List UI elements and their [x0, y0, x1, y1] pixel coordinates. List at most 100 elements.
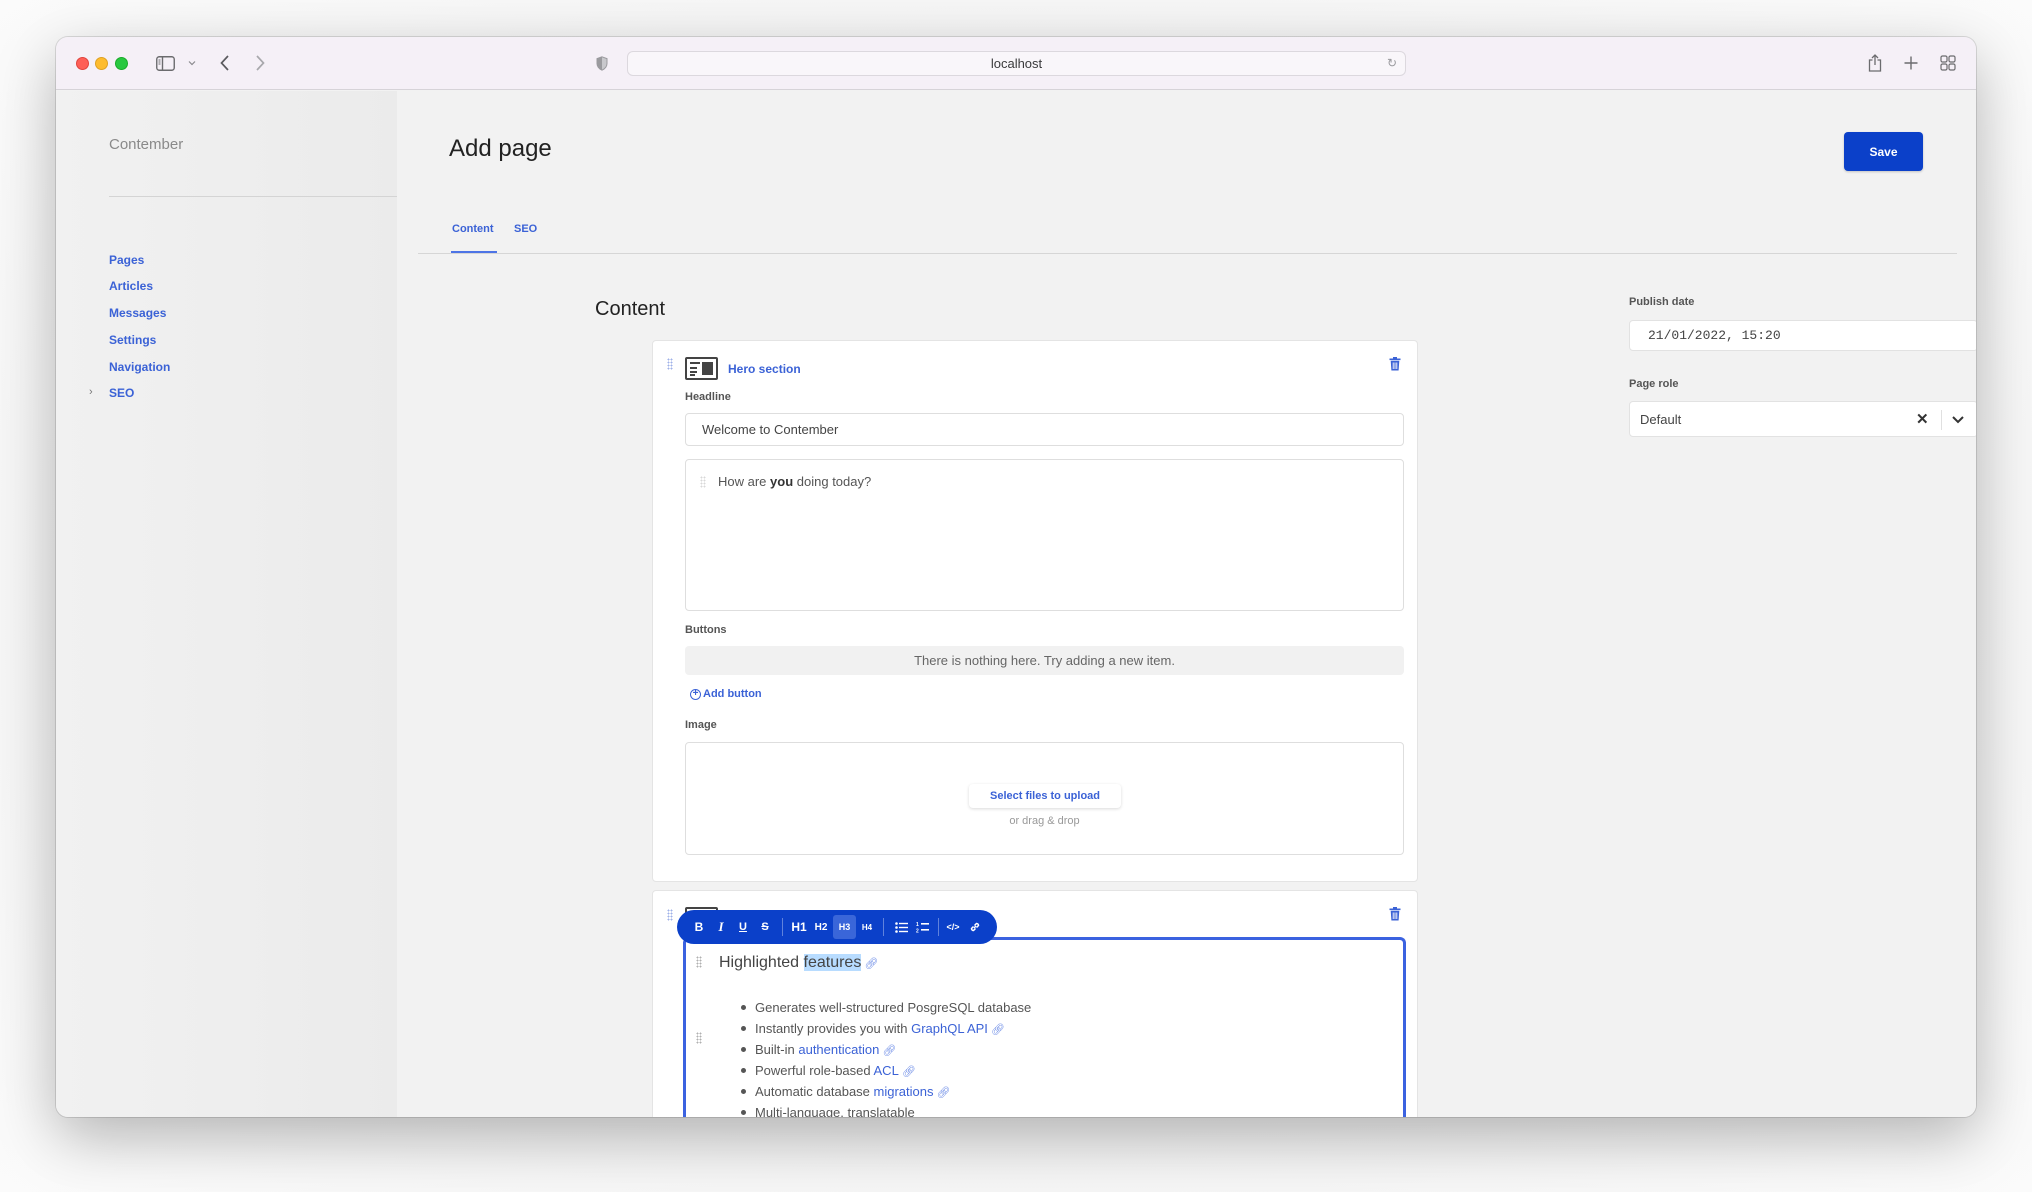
shield-icon[interactable]: [595, 51, 609, 75]
add-button-label: Add button: [703, 688, 762, 700]
link-icon[interactable]: [966, 915, 984, 939]
select-separator: [1941, 410, 1942, 430]
url-text: localhost: [990, 56, 1043, 71]
list-item[interactable]: Generates well-structured PosgreSQL data…: [741, 999, 1031, 1020]
select-files-button[interactable]: Select files to upload: [969, 784, 1121, 808]
bullet-list-icon[interactable]: [892, 915, 910, 939]
page-role-select[interactable]: Default ✕: [1629, 401, 1976, 437]
browser-toolbar: localhost ↻: [56, 37, 1976, 90]
paragraph-handle-icon[interactable]: [700, 476, 706, 488]
list-handle-icon[interactable]: [696, 1032, 702, 1044]
hero-block-icon: [685, 357, 718, 380]
sidebar-item-messages[interactable]: Messages: [109, 306, 166, 320]
svg-text:2: 2: [916, 929, 919, 934]
editor-heading[interactable]: Highlighted features 🔗︎: [719, 954, 878, 972]
selected-text: features: [803, 954, 862, 971]
sidebar-item-seo[interactable]: SEO: [109, 386, 134, 400]
tab-content[interactable]: Content: [452, 223, 494, 235]
main-content: Add page Save Content SEO Content Hero s…: [397, 91, 1976, 1117]
add-button-link[interactable]: + Add button: [690, 688, 762, 700]
heading2-button[interactable]: H2: [812, 915, 830, 939]
rich-text-content[interactable]: How are you doing today?: [718, 474, 871, 489]
heading1-button[interactable]: H1: [790, 915, 808, 939]
close-window-button[interactable]: [76, 57, 89, 70]
chevron-down-icon[interactable]: [186, 51, 198, 75]
paragraph-handle-icon[interactable]: [696, 956, 702, 968]
heading4-button[interactable]: H4: [858, 915, 876, 939]
chevron-right-icon[interactable]: ›: [89, 386, 93, 398]
list-item[interactable]: Multi-language, translatable: [741, 1104, 1031, 1117]
tab-seo[interactable]: SEO: [514, 223, 537, 235]
page-title: Add page: [449, 135, 552, 162]
publish-date-label: Publish date: [1629, 296, 1695, 308]
address-bar[interactable]: localhost ↻: [627, 51, 1406, 76]
acl-link[interactable]: ACL: [874, 1063, 899, 1078]
image-upload-dropzone[interactable]: Select files to upload or drag & drop: [685, 742, 1404, 855]
minimize-window-button[interactable]: [95, 57, 108, 70]
svg-text:1: 1: [916, 922, 919, 928]
sidebar-item-navigation[interactable]: Navigation: [109, 360, 170, 374]
browser-window: localhost ↻ Contember Pages Articles Mes…: [56, 37, 1976, 1117]
reload-icon[interactable]: ↻: [1387, 56, 1397, 70]
list-item[interactable]: Instantly provides you with GraphQL API 🔗…: [741, 1020, 1031, 1041]
header-divider: [418, 253, 1957, 254]
back-icon[interactable]: [217, 51, 233, 75]
trash-icon[interactable]: [1389, 357, 1401, 371]
link-icon: 🔗︎: [990, 1024, 1005, 1036]
drag-handle-icon[interactable]: [667, 358, 673, 370]
block-title: Hero section: [728, 362, 801, 376]
ordered-list-icon[interactable]: 12: [913, 915, 931, 939]
section-title: Content: [595, 298, 666, 320]
brand-name: Contember: [109, 136, 184, 153]
heading3-button[interactable]: H3: [833, 915, 856, 939]
share-icon[interactable]: [1865, 51, 1885, 75]
toolbar-separator: [883, 918, 884, 936]
headline-label: Headline: [685, 391, 731, 403]
drag-drop-hint: or drag & drop: [1009, 815, 1080, 827]
formatting-toolbar: B I U S H1 H2 H3 H4 12 </>: [677, 910, 997, 944]
link-icon: 🔗︎: [901, 1066, 916, 1078]
toolbar-separator: [782, 918, 783, 936]
sidebar: Contember Pages Articles Messages Settin…: [56, 91, 397, 1117]
forward-icon[interactable]: [252, 51, 268, 75]
new-tab-icon[interactable]: [1901, 51, 1921, 75]
save-button[interactable]: Save: [1844, 132, 1923, 171]
chevron-down-icon[interactable]: [1950, 411, 1970, 429]
code-icon[interactable]: </>: [944, 915, 962, 939]
feature-list[interactable]: Generates well-structured PosgreSQL data…: [741, 999, 1031, 1117]
authentication-link[interactable]: authentication: [798, 1042, 879, 1057]
page-role-value: Default: [1640, 412, 1682, 427]
buttons-label: Buttons: [685, 624, 727, 636]
sidebar-item-settings[interactable]: Settings: [109, 333, 156, 347]
toolbar-separator: [938, 918, 939, 936]
graphql-api-link[interactable]: GraphQL API: [911, 1021, 988, 1036]
migrations-link[interactable]: migrations: [874, 1084, 934, 1099]
link-icon: 🔗︎: [882, 1045, 897, 1057]
image-label: Image: [685, 719, 717, 731]
sidebar-item-pages[interactable]: Pages: [109, 253, 144, 267]
link-icon: 🔗︎: [864, 958, 879, 970]
sidebar-divider: [109, 196, 397, 197]
publish-date-input[interactable]: [1629, 320, 1976, 351]
buttons-empty-state: There is nothing here. Try adding a new …: [685, 646, 1404, 675]
drag-handle-icon[interactable]: [667, 909, 673, 921]
page-role-label: Page role: [1629, 378, 1679, 390]
sidebar-item-articles[interactable]: Articles: [109, 279, 153, 293]
bold-button[interactable]: B: [691, 915, 707, 939]
zoom-window-button[interactable]: [115, 57, 128, 70]
focused-rich-text-editor[interactable]: Highlighted features 🔗︎ Generates well-st…: [683, 937, 1406, 1117]
sidebar-toggle-icon[interactable]: [154, 51, 176, 75]
strikethrough-button[interactable]: S: [757, 915, 773, 939]
link-icon: 🔗︎: [936, 1087, 951, 1099]
list-item[interactable]: Automatic database migrations 🔗︎: [741, 1083, 1031, 1104]
headline-input[interactable]: [685, 413, 1404, 446]
tab-overview-icon[interactable]: [1938, 51, 1958, 75]
plus-circle-icon: +: [690, 688, 701, 700]
rich-text-editor[interactable]: How are you doing today?: [685, 459, 1404, 611]
italic-button[interactable]: I: [713, 915, 729, 939]
trash-icon[interactable]: [1389, 907, 1401, 921]
underline-button[interactable]: U: [735, 915, 751, 939]
clear-icon[interactable]: ✕: [1916, 410, 1929, 428]
list-item[interactable]: Built-in authentication 🔗︎: [741, 1041, 1031, 1062]
list-item[interactable]: Powerful role-based ACL 🔗︎: [741, 1062, 1031, 1083]
